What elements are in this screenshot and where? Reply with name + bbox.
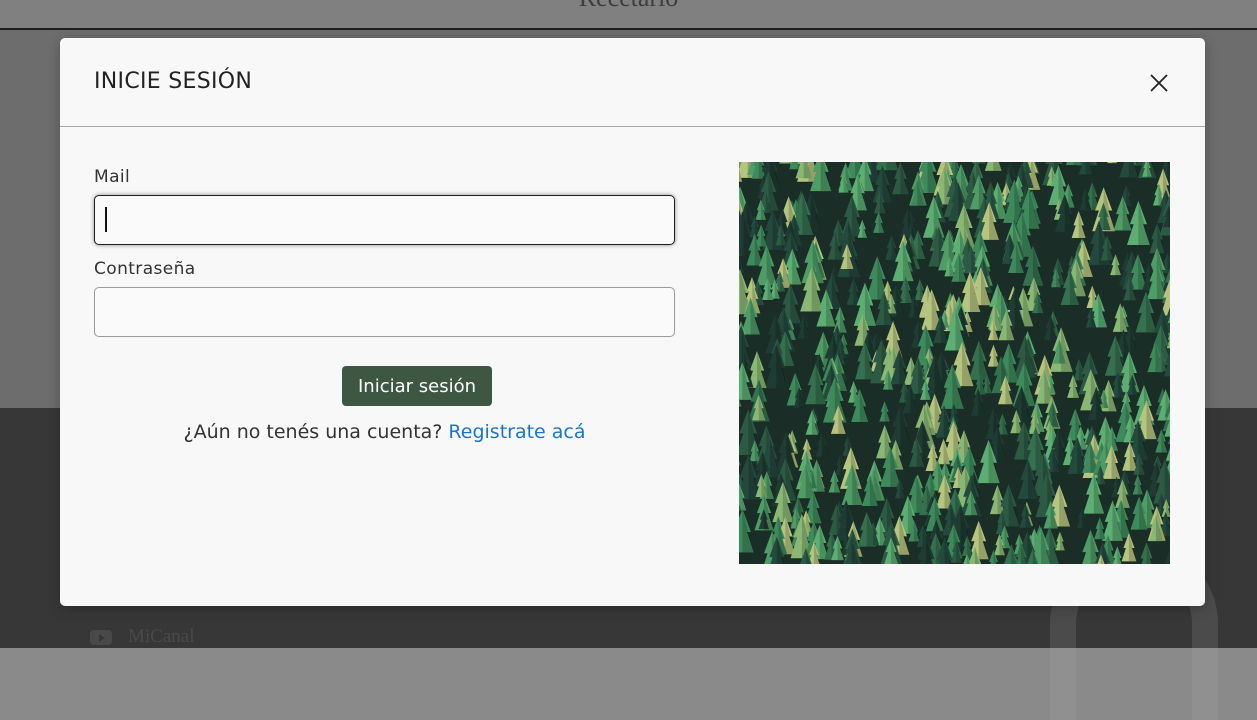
login-button[interactable]: Iniciar sesión [342, 366, 492, 406]
close-button[interactable] [1147, 71, 1171, 95]
register-prompt-line: ¿Aún no tenés una cuenta? Registrate acá [94, 421, 675, 443]
password-label: Contraseña [94, 259, 196, 279]
mail-label: Mail [94, 167, 130, 187]
mail-input[interactable] [94, 195, 675, 245]
register-prompt: ¿Aún no tenés una cuenta? [183, 421, 442, 443]
modal-header: INICIE SESIÓN [60, 38, 1205, 127]
forest-image [739, 162, 1170, 564]
password-input[interactable] [94, 287, 675, 337]
text-caret [105, 207, 107, 232]
modal-title: INICIE SESIÓN [94, 69, 252, 94]
register-link[interactable]: Registrate acá [448, 421, 585, 443]
close-icon [1147, 71, 1171, 95]
login-modal: INICIE SESIÓN Mail Contraseña Iniciar se… [60, 38, 1205, 606]
